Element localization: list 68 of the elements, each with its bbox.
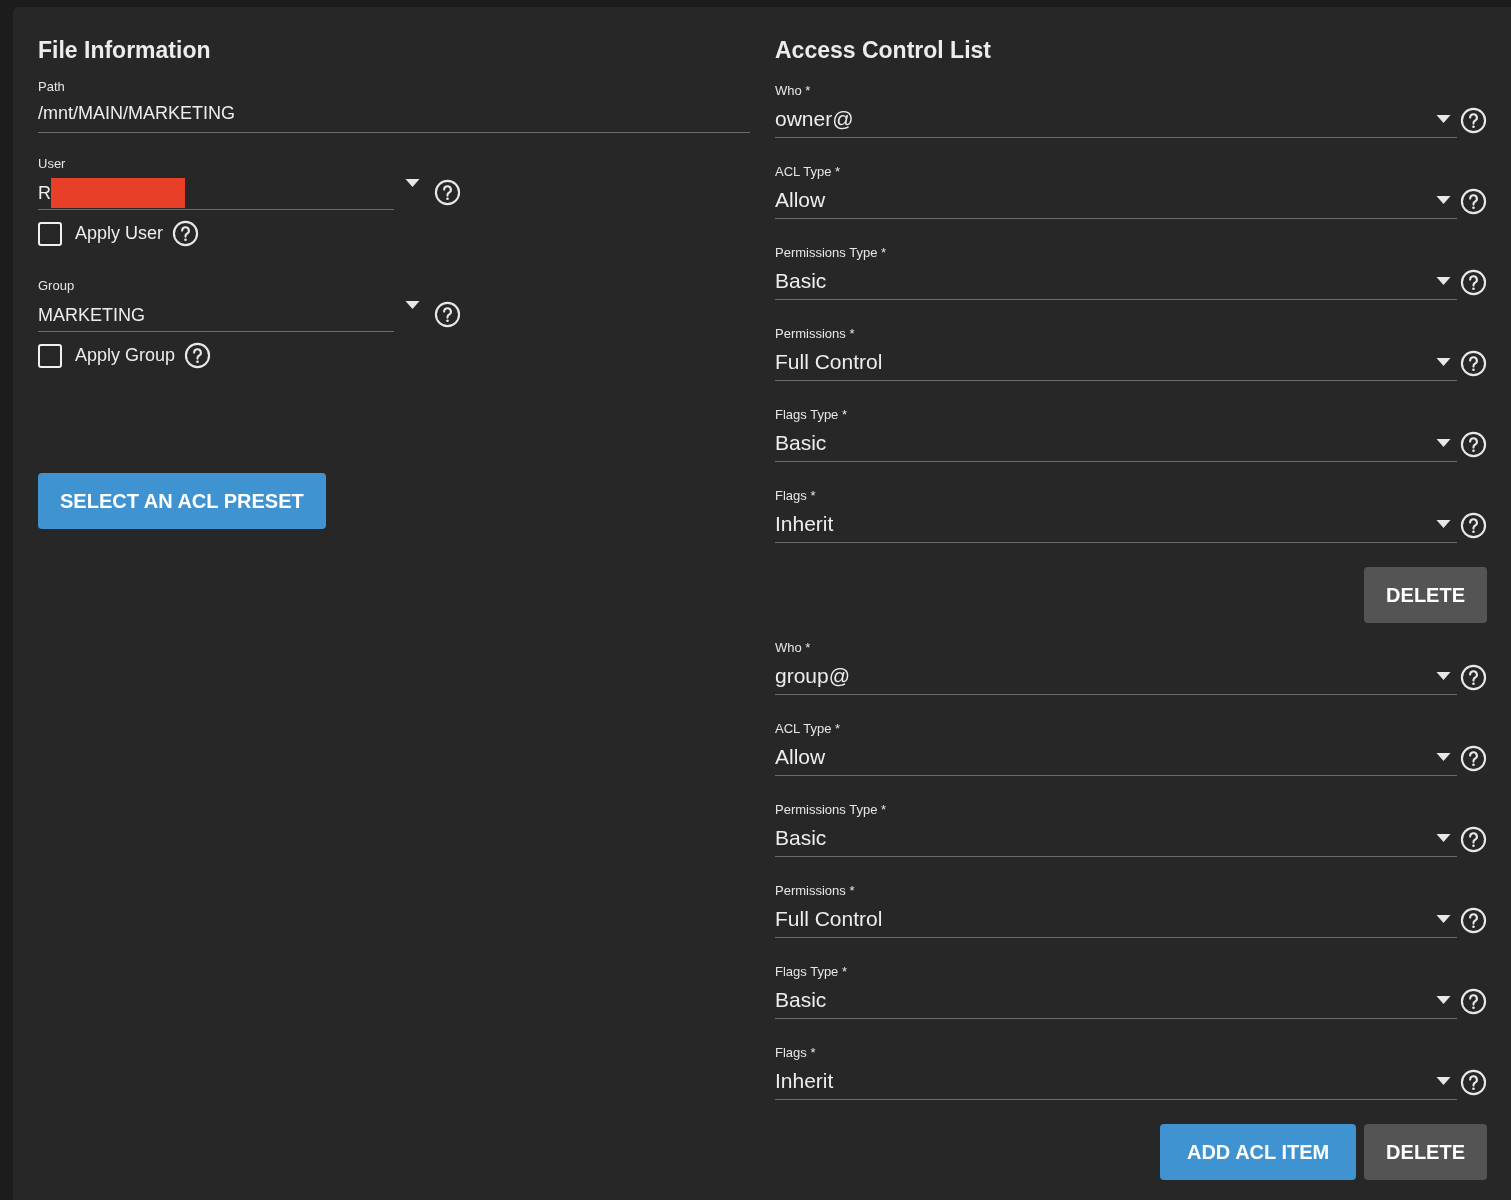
dropdown-caret-icon <box>1436 753 1451 761</box>
help-icon[interactable] <box>1460 350 1487 377</box>
help-icon[interactable] <box>1460 907 1487 934</box>
dropdown-caret-icon <box>405 301 420 309</box>
checkbox-label: Apply User <box>75 222 164 245</box>
dropdown-caret-icon <box>1436 1077 1451 1085</box>
dropdown-caret-icon <box>1436 834 1451 842</box>
help-icon[interactable] <box>1460 431 1487 458</box>
dropdown-caret-icon <box>1436 115 1451 123</box>
field-label: Flags * <box>775 1044 817 1062</box>
field-label: User <box>38 155 67 173</box>
dropdown-caret-icon <box>1436 277 1451 285</box>
select-field[interactable]: R <box>38 179 394 207</box>
select-field[interactable]: Basic <box>775 429 827 457</box>
field-label: ACL Type * <box>775 720 842 738</box>
select-field[interactable]: Basic <box>775 986 827 1014</box>
help-icon[interactable] <box>434 301 461 328</box>
help-icon[interactable] <box>1460 269 1487 296</box>
help-icon[interactable] <box>1460 188 1487 215</box>
field-label: Permissions * <box>775 325 856 343</box>
field-label: Flags Type * <box>775 963 849 981</box>
field-label: Group <box>38 277 76 295</box>
select-field[interactable]: Allow <box>775 743 826 771</box>
select-field[interactable]: Basic <box>775 824 827 852</box>
path-field: /mnt/MAIN/MARKETING <box>38 100 750 126</box>
help-icon[interactable] <box>1460 745 1487 772</box>
field-label: Permissions Type * <box>775 244 888 262</box>
field-label: Flags Type * <box>775 406 849 424</box>
field-label: Who * <box>775 82 812 100</box>
help-icon[interactable] <box>184 342 212 369</box>
dropdown-caret-icon <box>1436 915 1451 923</box>
dropdown-caret-icon <box>1436 196 1451 204</box>
help-icon[interactable] <box>1460 664 1487 691</box>
select-field[interactable]: MARKETING <box>38 301 394 329</box>
select-field[interactable]: Full Control <box>775 905 883 933</box>
select-field[interactable]: group@ <box>775 662 851 690</box>
select-field[interactable]: Inherit <box>775 510 834 538</box>
checkbox-label: Apply Group <box>75 344 176 367</box>
field-label: Path <box>38 78 66 96</box>
help-icon[interactable] <box>1460 826 1487 853</box>
field-label: Permissions * <box>775 882 856 900</box>
select-field[interactable]: Full Control <box>775 348 883 376</box>
help-icon[interactable] <box>1460 512 1487 539</box>
section-title: File Information <box>38 36 212 65</box>
help-icon[interactable] <box>1460 107 1487 134</box>
section-title: Access Control List <box>775 36 992 65</box>
select-field[interactable]: owner@ <box>775 105 854 133</box>
dropdown-caret-icon <box>1436 439 1451 447</box>
select-field[interactable]: Allow <box>775 186 826 214</box>
delete-button[interactable]: DELETE <box>1364 567 1487 623</box>
dropdown-caret-icon <box>405 179 420 187</box>
dropdown-caret-icon <box>1436 520 1451 528</box>
help-icon[interactable] <box>172 220 200 247</box>
checkbox[interactable] <box>38 343 62 368</box>
select-field[interactable]: Inherit <box>775 1067 834 1095</box>
field-label: Permissions Type * <box>775 801 888 819</box>
dropdown-caret-icon <box>1436 358 1451 366</box>
field-label: ACL Type * <box>775 163 842 181</box>
help-icon[interactable] <box>434 179 461 206</box>
delete-button[interactable]: DELETE <box>1364 1124 1487 1180</box>
checkbox[interactable] <box>38 221 62 246</box>
field-label: Flags * <box>775 487 817 505</box>
help-icon[interactable] <box>1460 1069 1487 1096</box>
select-field[interactable]: Basic <box>775 267 827 295</box>
dropdown-caret-icon <box>1436 672 1451 680</box>
dropdown-caret-icon <box>1436 996 1451 1004</box>
help-icon[interactable] <box>1460 988 1487 1015</box>
field-label: Who * <box>775 639 812 657</box>
